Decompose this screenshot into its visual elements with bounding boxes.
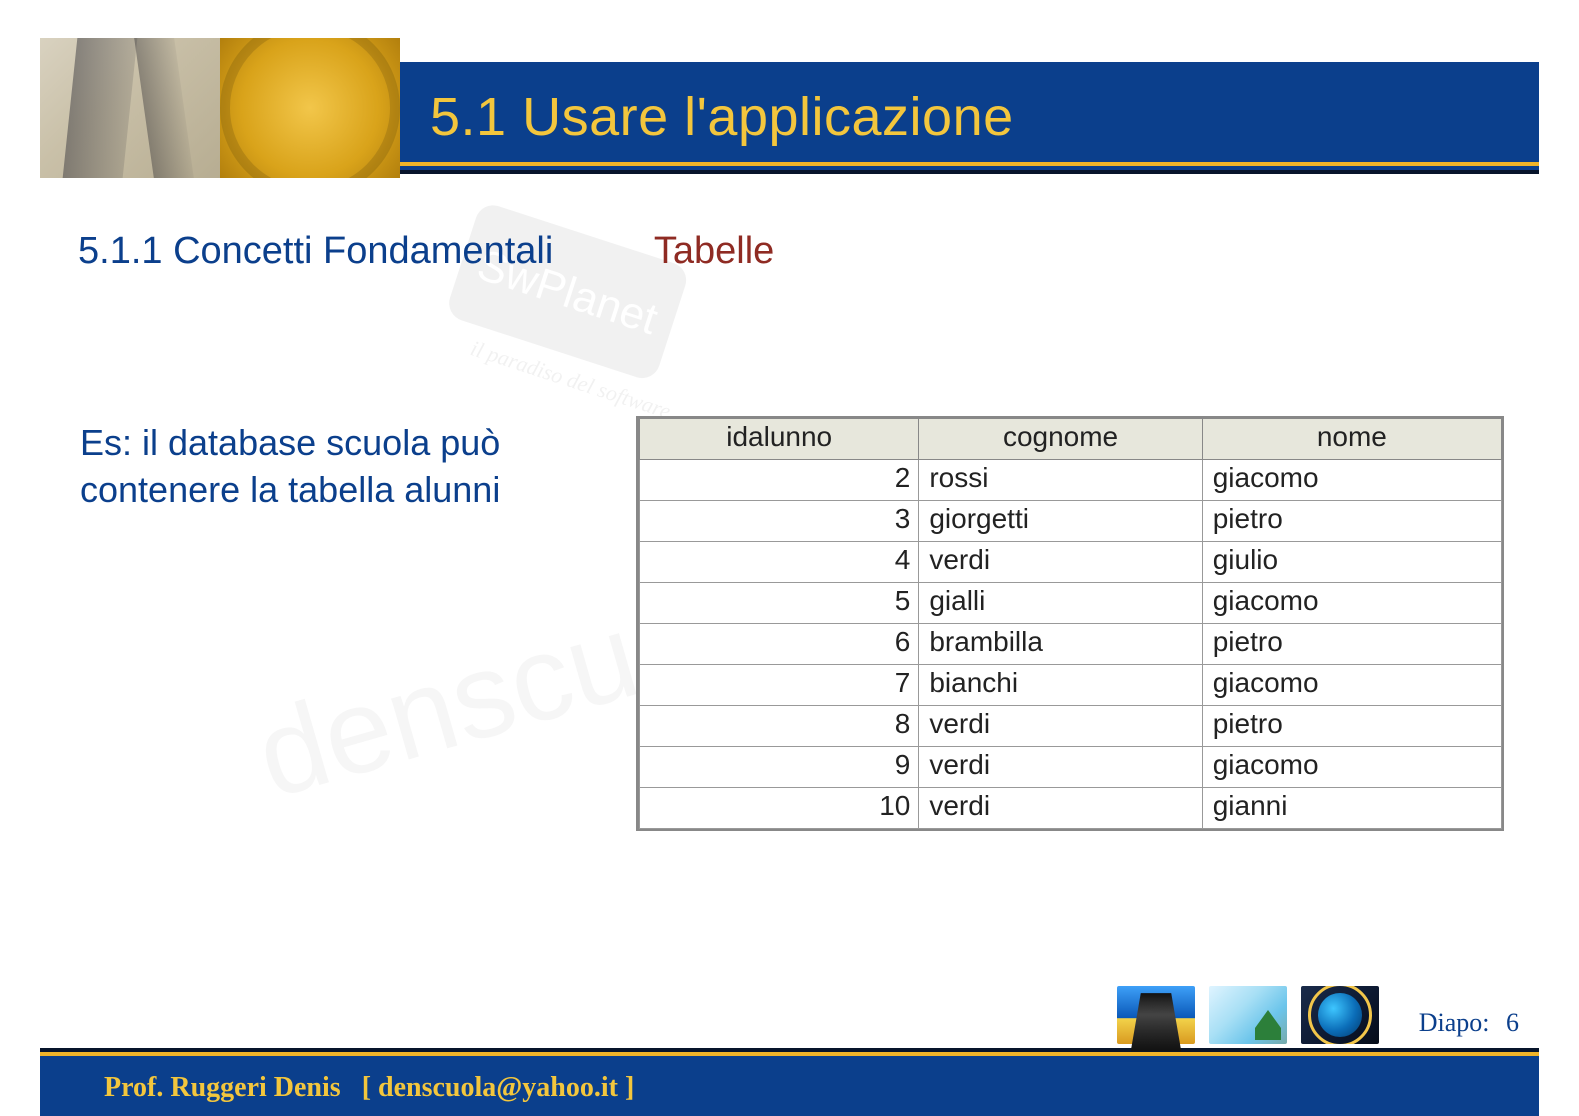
footer-thumb-landscape-icon bbox=[1209, 986, 1287, 1044]
table-row: 4 verdi giulio bbox=[640, 542, 1502, 583]
cell-id: 5 bbox=[640, 583, 919, 624]
body-text: Es: il database scuola può contenere la … bbox=[80, 420, 610, 514]
cell-id: 3 bbox=[640, 501, 919, 542]
page-counter: Diapo: 6 bbox=[1419, 1008, 1519, 1038]
table-row: 5 gialli giacomo bbox=[640, 583, 1502, 624]
watermark-badge-tagline: il paradiso del software bbox=[468, 335, 675, 423]
cell-id: 10 bbox=[640, 788, 919, 829]
table-row: 8 verdi pietro bbox=[640, 706, 1502, 747]
data-table: idalunno cognome nome 2 rossi giacomo 3 … bbox=[636, 416, 1504, 831]
cell-cognome: rossi bbox=[919, 460, 1202, 501]
page-number: 6 bbox=[1506, 1008, 1519, 1037]
col-header-cognome: cognome bbox=[919, 419, 1202, 460]
header-thumb-coin-icon bbox=[220, 38, 400, 178]
table-row: 10 verdi gianni bbox=[640, 788, 1502, 829]
cell-id: 8 bbox=[640, 706, 919, 747]
cell-id: 2 bbox=[640, 460, 919, 501]
table-row: 9 verdi giacomo bbox=[640, 747, 1502, 788]
cell-cognome: brambilla bbox=[919, 624, 1202, 665]
cell-nome: giacomo bbox=[1202, 747, 1501, 788]
cell-nome: giacomo bbox=[1202, 583, 1501, 624]
footer-email: denscuola@yahoo.it bbox=[378, 1072, 618, 1103]
footer-email-wrapper: [ denscuola@yahoo.it ] bbox=[348, 1072, 635, 1103]
slide: 5.1 Usare l'applicazione denscuola@yahoo… bbox=[0, 0, 1579, 1116]
cell-id: 7 bbox=[640, 665, 919, 706]
table-row: 6 brambilla pietro bbox=[640, 624, 1502, 665]
footer-thumb-globe-icon bbox=[1301, 986, 1379, 1044]
table-header-row: idalunno cognome nome bbox=[640, 419, 1502, 460]
header-left-graphic bbox=[40, 38, 400, 178]
cell-nome: giulio bbox=[1202, 542, 1501, 583]
footer-author: Prof. Ruggeri Denis bbox=[104, 1072, 341, 1103]
table-row: 2 rossi giacomo bbox=[640, 460, 1502, 501]
cell-nome: pietro bbox=[1202, 624, 1501, 665]
footer-thumb-road-icon bbox=[1117, 986, 1195, 1044]
cell-id: 4 bbox=[640, 542, 919, 583]
subtitle: 5.1.1 Concetti Fondamentali Tabelle bbox=[78, 230, 774, 273]
cell-cognome: verdi bbox=[919, 542, 1202, 583]
cell-cognome: bianchi bbox=[919, 665, 1202, 706]
cell-nome: giacomo bbox=[1202, 665, 1501, 706]
table-row: 3 giorgetti pietro bbox=[640, 501, 1502, 542]
cell-cognome: giorgetti bbox=[919, 501, 1202, 542]
cell-id: 6 bbox=[640, 624, 919, 665]
page-label: Diapo: bbox=[1419, 1008, 1490, 1037]
cell-nome: pietro bbox=[1202, 706, 1501, 747]
cell-nome: pietro bbox=[1202, 501, 1501, 542]
footer-text: Prof. Ruggeri Denis [ denscuola@yahoo.it… bbox=[104, 1072, 634, 1104]
cell-id: 9 bbox=[640, 747, 919, 788]
subtitle-section: 5.1.1 Concetti Fondamentali bbox=[78, 230, 553, 272]
cell-cognome: gialli bbox=[919, 583, 1202, 624]
cell-nome: giacomo bbox=[1202, 460, 1501, 501]
slide-title: 5.1 Usare l'applicazione bbox=[430, 86, 1014, 148]
cell-cognome: verdi bbox=[919, 706, 1202, 747]
col-header-idalunno: idalunno bbox=[640, 419, 919, 460]
subtitle-topic: Tabelle bbox=[654, 230, 774, 272]
cell-nome: gianni bbox=[1202, 788, 1501, 829]
cell-cognome: verdi bbox=[919, 747, 1202, 788]
footer-thumbs bbox=[1117, 986, 1379, 1044]
cell-cognome: verdi bbox=[919, 788, 1202, 829]
table-row: 7 bianchi giacomo bbox=[640, 665, 1502, 706]
col-header-nome: nome bbox=[1202, 419, 1501, 460]
header-thumb-legs-icon bbox=[40, 38, 220, 178]
